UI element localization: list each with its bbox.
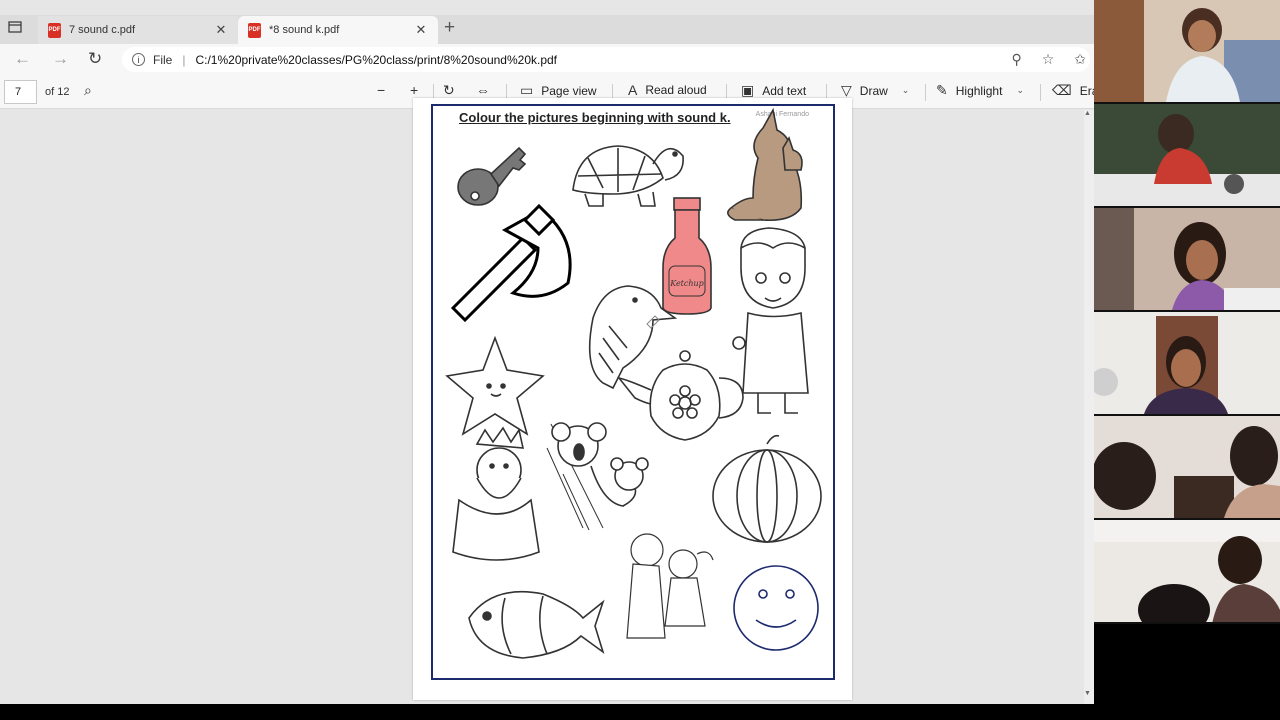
scheme-label: File [153, 52, 173, 67]
chevron-down-icon[interactable]: ⌄ [1016, 85, 1024, 96]
participant-video-students-group-1[interactable] [1094, 416, 1280, 518]
url-field[interactable]: i File | C:/1%20private%20classes/PG%20c… [122, 47, 1090, 72]
search-icon[interactable]: ⌕ [84, 82, 100, 99]
add-text-label: Add text [762, 83, 807, 98]
page-view-icon: ▭ [520, 82, 534, 98]
url-separator: | [182, 52, 186, 67]
draw-label: Draw [859, 83, 888, 98]
url-text[interactable]: C:/1%20private%20classes/PG%20class/prin… [195, 53, 1011, 67]
refresh-icon[interactable]: ↻ [88, 49, 102, 69]
kangaroo-picture [727, 107, 803, 222]
pdf-page: Colour the pictures beginning with sound… [413, 98, 852, 700]
read-aloud-label: Read aloud [645, 83, 707, 97]
add-text-icon: ▣ [741, 82, 755, 98]
read-aloud-icon: A [628, 82, 638, 98]
ketchup-label: Ketchup [669, 279, 704, 288]
smiley-face-picture [733, 565, 819, 651]
erase-button[interactable]: ⌫ Eras [1052, 82, 1094, 99]
favorites-icon[interactable]: ✩ [1074, 51, 1086, 68]
doctor-picture [732, 227, 809, 414]
video-call-panel [1094, 0, 1280, 624]
tab-strip: PDF 7 sound c.pdf ✕ PDF *8 sound k.pdf ✕… [0, 15, 1094, 44]
koala-picture [546, 422, 649, 531]
pdf-file-icon: PDF [248, 22, 261, 38]
key-picture [457, 146, 527, 206]
tab-label: *8 sound k.pdf [269, 24, 340, 36]
pumpkin-picture [712, 434, 822, 543]
page-view-label: Page view [541, 83, 597, 98]
fit-width-icon[interactable]: ⇔ [476, 82, 498, 98]
zoom-icon[interactable]: ⚲ [1011, 51, 1021, 68]
ketchup-bottle-picture: Ketchup [662, 197, 712, 315]
scroll-up-icon[interactable]: ▲ [1084, 110, 1091, 117]
page-count: of 12 [45, 86, 70, 98]
document-area[interactable]: Colour the pictures beginning with sound… [0, 98, 1094, 704]
participant-video-students-group-2[interactable] [1094, 520, 1280, 622]
participant-video-teacher[interactable] [1094, 312, 1280, 414]
pdf-file-icon: PDF [48, 22, 61, 38]
highlight-label: Highlight [955, 83, 1003, 98]
tab-label: 7 sound c.pdf [69, 24, 136, 36]
eraser-icon: ⌫ [1052, 82, 1072, 98]
favorite-add-icon[interactable]: ☆ [1042, 51, 1055, 68]
address-bar: ← → ↻ i File | C:/1%20private%20classes/… [0, 44, 1094, 75]
back-icon[interactable]: ← [14, 49, 31, 69]
participant-video-student-boy-1[interactable] [1094, 104, 1280, 206]
kettle-picture [616, 350, 744, 441]
page-view-button[interactable]: ▭ Page view [520, 82, 597, 99]
forward-icon[interactable]: → [52, 49, 69, 69]
fish-picture [468, 590, 605, 659]
close-icon[interactable]: ✕ [414, 22, 428, 38]
draw-button[interactable]: ▽ Draw ⌄ [841, 82, 909, 99]
participant-video-student-girl-1[interactable] [1094, 0, 1280, 102]
king-picture [452, 426, 540, 561]
axe-picture [450, 203, 572, 323]
bottom-bar [0, 704, 1280, 720]
read-aloud-button[interactable]: A Read aloud [628, 82, 707, 98]
zoom-out-icon[interactable]: − [377, 82, 393, 98]
highlight-icon: ✎ [936, 82, 948, 98]
rotate-icon[interactable]: ↻ [443, 82, 463, 99]
close-icon[interactable]: ✕ [214, 22, 228, 38]
kiss-picture [626, 533, 714, 639]
page-number-input[interactable]: 7 [4, 80, 37, 104]
worksheet-pictures: Ketchup [445, 107, 822, 659]
erase-label: Eras [1079, 83, 1094, 98]
new-tab-button[interactable]: + [444, 17, 455, 39]
scroll-down-icon[interactable]: ▼ [1084, 690, 1091, 697]
tab-7-sound-c[interactable]: PDF 7 sound c.pdf ✕ [38, 16, 238, 44]
tab-actions-icon[interactable] [8, 20, 30, 38]
tab-8-sound-k[interactable]: PDF *8 sound k.pdf ✕ [238, 16, 438, 44]
turtle-picture [572, 145, 684, 207]
participant-video-student-girl-2[interactable] [1094, 208, 1280, 310]
browser-window: PDF 7 sound c.pdf ✕ PDF *8 sound k.pdf ✕… [0, 0, 1094, 704]
add-text-button[interactable]: ▣ Add text [741, 82, 806, 99]
highlight-button[interactable]: ✎ Highlight ⌄ [936, 82, 1024, 99]
vertical-scrollbar[interactable]: ▲ ▼ [1084, 110, 1094, 704]
info-icon[interactable]: i [132, 53, 145, 66]
zoom-in-icon[interactable]: + [410, 82, 426, 98]
starfish-picture [445, 335, 545, 436]
chevron-down-icon[interactable]: ⌄ [902, 85, 910, 96]
draw-icon: ▽ [841, 82, 852, 98]
